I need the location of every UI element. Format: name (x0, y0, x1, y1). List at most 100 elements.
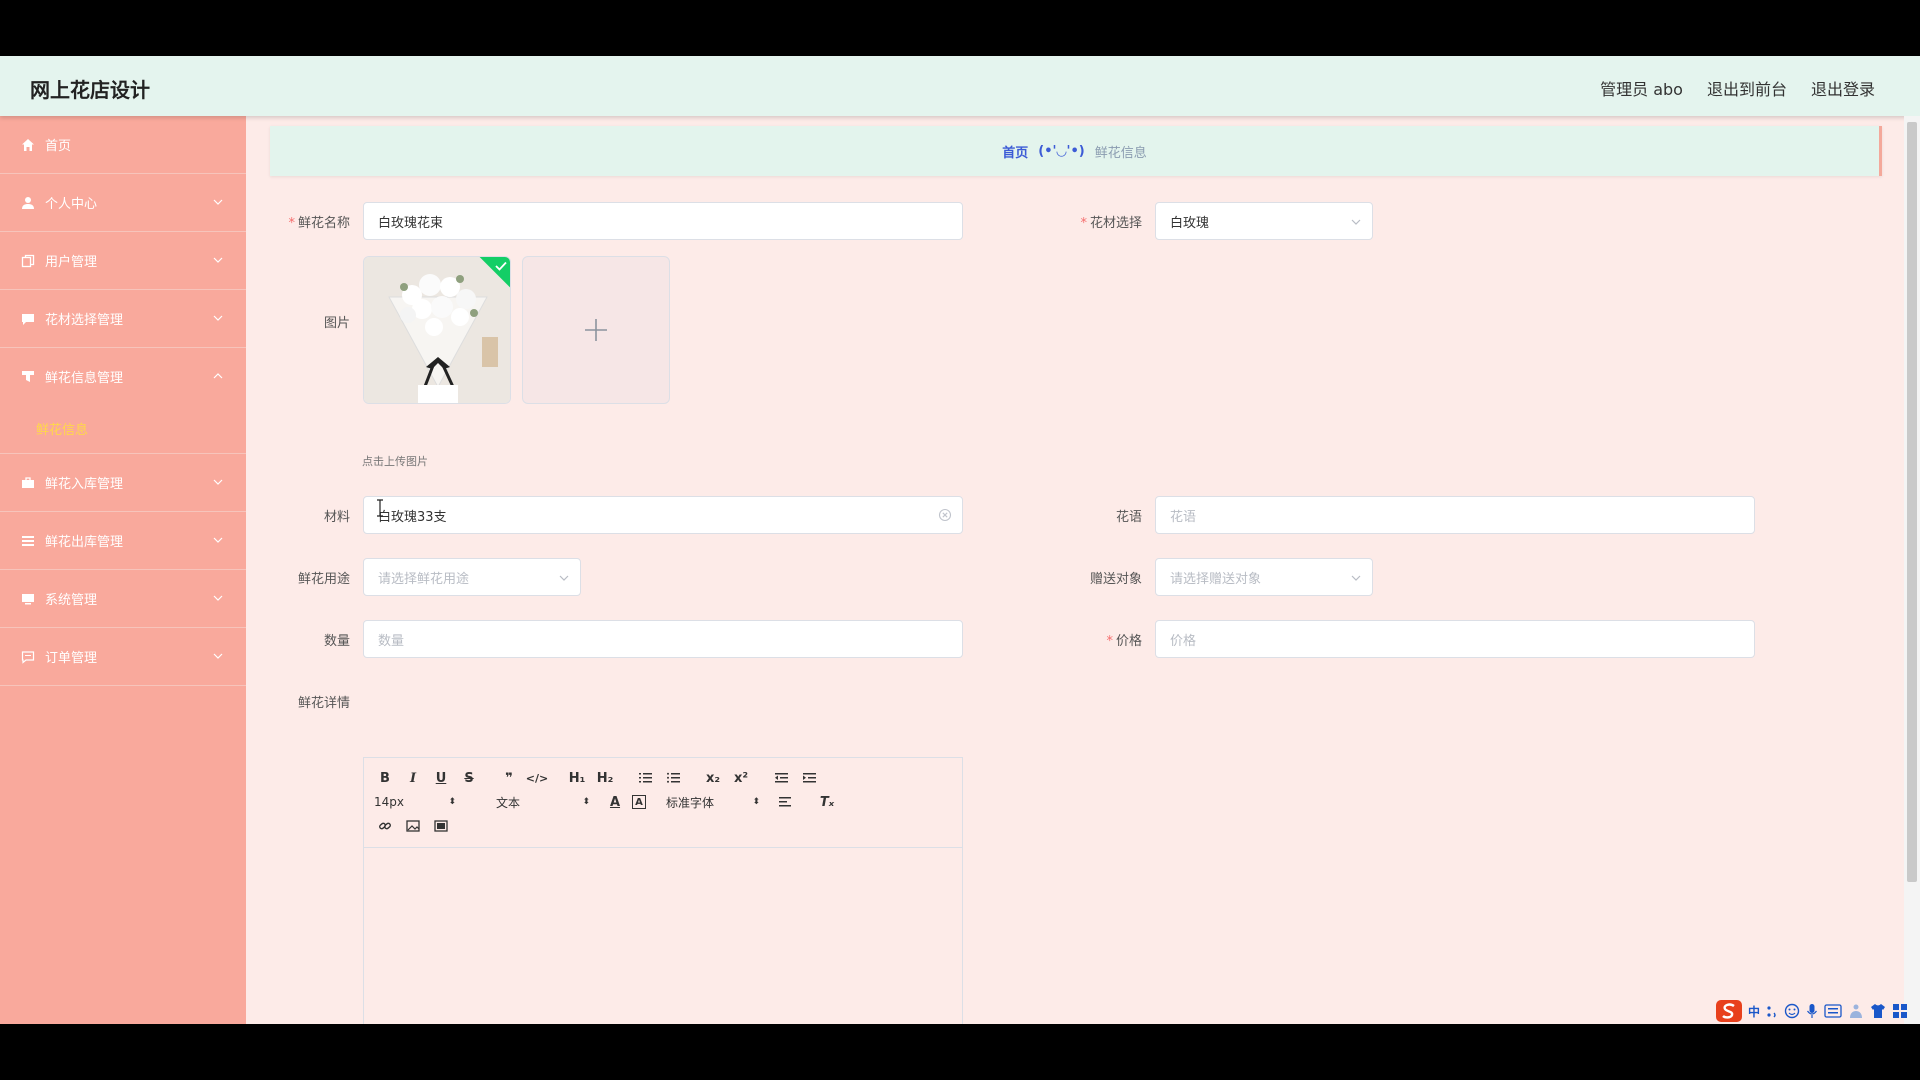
filter-icon (20, 368, 36, 384)
blockquote-icon[interactable]: ❞ (498, 767, 520, 789)
admin-user-label[interactable]: 管理员 abo (1600, 76, 1683, 100)
sidebar-subitem-flower-info[interactable]: 鲜花信息 (0, 404, 246, 454)
heading-1-icon[interactable]: H₁ (566, 767, 588, 789)
breadcrumb: 首页 (•'◡'•) 鲜花信息 (270, 126, 1882, 176)
strikethrough-icon[interactable]: S (458, 767, 480, 789)
flower-language-input[interactable]: 花语 (1155, 496, 1755, 534)
sidebar-item-order-management[interactable]: 订单管理 (0, 628, 246, 686)
breadcrumb-separator: (•'◡'•) (1038, 143, 1085, 159)
exit-to-front-link[interactable]: 退出到前台 (1707, 76, 1787, 100)
microphone-icon[interactable] (1806, 1003, 1818, 1019)
skin-shirt-icon[interactable] (1870, 1003, 1886, 1019)
toolbar-row-3 (374, 814, 952, 838)
sidebar-item-stock-in-management[interactable]: 鲜花入库管理 (0, 454, 246, 512)
italic-icon[interactable]: I (402, 767, 424, 789)
header-actions: 管理员 abo 退出到前台 退出登录 (1600, 76, 1875, 100)
uploaded-image-thumbnail[interactable] (363, 256, 511, 404)
price-input[interactable]: 价格 (1155, 620, 1755, 658)
sidebar-item-user-management[interactable]: 用户管理 (0, 232, 246, 290)
plus-icon (585, 319, 607, 341)
chevron-up-icon (213, 373, 223, 379)
bouquet-image (364, 257, 510, 403)
chevron-down-icon (213, 653, 223, 659)
price-label: * 价格 (1106, 634, 1142, 649)
message-icon (20, 649, 36, 665)
editor-toolbar: B I U S ❞ </> H₁ H₂ x₂ x² 14px ⬍ 文本 ⬍ A … (364, 758, 962, 848)
upload-hint: 点击上传图片 (362, 455, 428, 468)
chevron-down-icon (213, 257, 223, 263)
sidebar-item-label: 订单管理 (45, 651, 98, 666)
bold-icon[interactable]: B (374, 767, 396, 789)
recipient-label: 赠送对象 (1089, 572, 1142, 587)
breadcrumb-home-link[interactable]: 首页 (1002, 142, 1028, 161)
sidebar-item-home[interactable]: 首页 (0, 116, 246, 174)
flower-name-input[interactable]: 白玫瑰花束 (363, 202, 963, 240)
app-window: 网上花店设计 管理员 abo 退出到前台 退出登录 首页 个人中心 用户管理 花… (0, 56, 1920, 1024)
main-content: 首页 (•'◡'•) 鲜花信息 * 鲜花名称 白玫瑰花束 * 花材选择 白玫瑰 图片 (270, 126, 1882, 1024)
flower-language-label: 花语 (1115, 510, 1142, 525)
sogou-ime-logo-icon[interactable] (1715, 1000, 1742, 1022)
sidebar-item-label: 鲜花出库管理 (45, 535, 124, 550)
chevron-down-icon (559, 575, 569, 581)
briefcase-icon (20, 475, 36, 491)
page-scrollbar[interactable] (1904, 116, 1920, 1024)
editor-content-area[interactable] (364, 848, 962, 1024)
heading-2-icon[interactable]: H₂ (594, 767, 616, 789)
recipient-select[interactable]: 请选择赠送对象 (1155, 558, 1373, 596)
detail-label: 鲜花详情 (297, 696, 350, 711)
material-label: 材料 (323, 510, 350, 525)
underline-icon[interactable]: U (430, 767, 452, 789)
scrollbar-thumb[interactable] (1907, 122, 1917, 882)
material-select[interactable]: 白玫瑰 (1155, 202, 1373, 240)
sidebar-item-label: 花材选择管理 (45, 313, 124, 328)
sidebar-item-label: 鲜花信息管理 (45, 370, 124, 386)
code-icon[interactable]: </> (526, 767, 548, 789)
emoji-icon[interactable] (1784, 1003, 1800, 1019)
home-icon (20, 137, 36, 153)
image-icon[interactable] (402, 815, 424, 837)
font-color-icon[interactable]: A (604, 791, 626, 813)
video-icon[interactable] (430, 815, 452, 837)
keyboard-icon[interactable] (1824, 1004, 1842, 1018)
flower-name-label: * 鲜花名称 (288, 216, 350, 231)
font-size-picker[interactable]: 14px ⬍ (374, 795, 456, 809)
quantity-label: 数量 (323, 634, 350, 649)
superscript-icon[interactable]: x² (730, 767, 752, 789)
sidebar-item-label: 用户管理 (45, 255, 98, 270)
chevron-down-icon (213, 315, 223, 321)
toolbox-grid-icon[interactable] (1892, 1003, 1908, 1019)
link-icon[interactable] (374, 815, 396, 837)
usage-label: 鲜花用途 (297, 572, 350, 587)
subscript-icon[interactable]: x₂ (702, 767, 724, 789)
sidebar-item-personal-center[interactable]: 个人中心 (0, 174, 246, 232)
sidebar-item-label: 鲜花入库管理 (45, 477, 124, 492)
header-style-picker[interactable]: 文本 ⬍ (496, 794, 590, 811)
material-input[interactable]: 白玫瑰33支 (363, 496, 963, 534)
sidebar-item-system-management[interactable]: 系统管理 (0, 570, 246, 628)
clear-format-icon[interactable]: Tₓ (816, 791, 838, 813)
ime-mode-indicator[interactable]: 中 (1748, 1003, 1760, 1020)
punctuation-icon[interactable] (1766, 1004, 1778, 1018)
sidebar-item-flower-info-management[interactable]: 鲜花信息管理 (0, 348, 246, 404)
clear-circle-icon[interactable] (938, 508, 952, 522)
sidebar-item-label: 个人中心 (45, 197, 98, 212)
image-label: 图片 (323, 316, 350, 331)
background-color-icon[interactable]: A (632, 795, 646, 809)
upload-image-button[interactable] (522, 256, 670, 404)
usage-select[interactable]: 请选择鲜花用途 (363, 558, 581, 596)
chevron-down-icon (213, 199, 223, 205)
check-icon (495, 261, 507, 271)
ordered-list-icon[interactable] (634, 767, 656, 789)
bullet-list-icon[interactable] (662, 767, 684, 789)
ime-toolbar: 中 (1715, 1000, 1908, 1022)
logout-link[interactable]: 退出登录 (1811, 76, 1875, 100)
indent-icon[interactable] (798, 767, 820, 789)
quantity-input[interactable]: 数量 (363, 620, 963, 658)
outdent-icon[interactable] (770, 767, 792, 789)
align-icon[interactable] (774, 791, 796, 813)
user-accessibility-icon[interactable] (1848, 1003, 1864, 1019)
sidebar-item-stock-out-management[interactable]: 鲜花出库管理 (0, 512, 246, 570)
breadcrumb-current: 鲜花信息 (1094, 145, 1147, 161)
font-family-picker[interactable]: 标准字体 ⬍ (666, 794, 760, 811)
sidebar-item-material-management[interactable]: 花材选择管理 (0, 290, 246, 348)
